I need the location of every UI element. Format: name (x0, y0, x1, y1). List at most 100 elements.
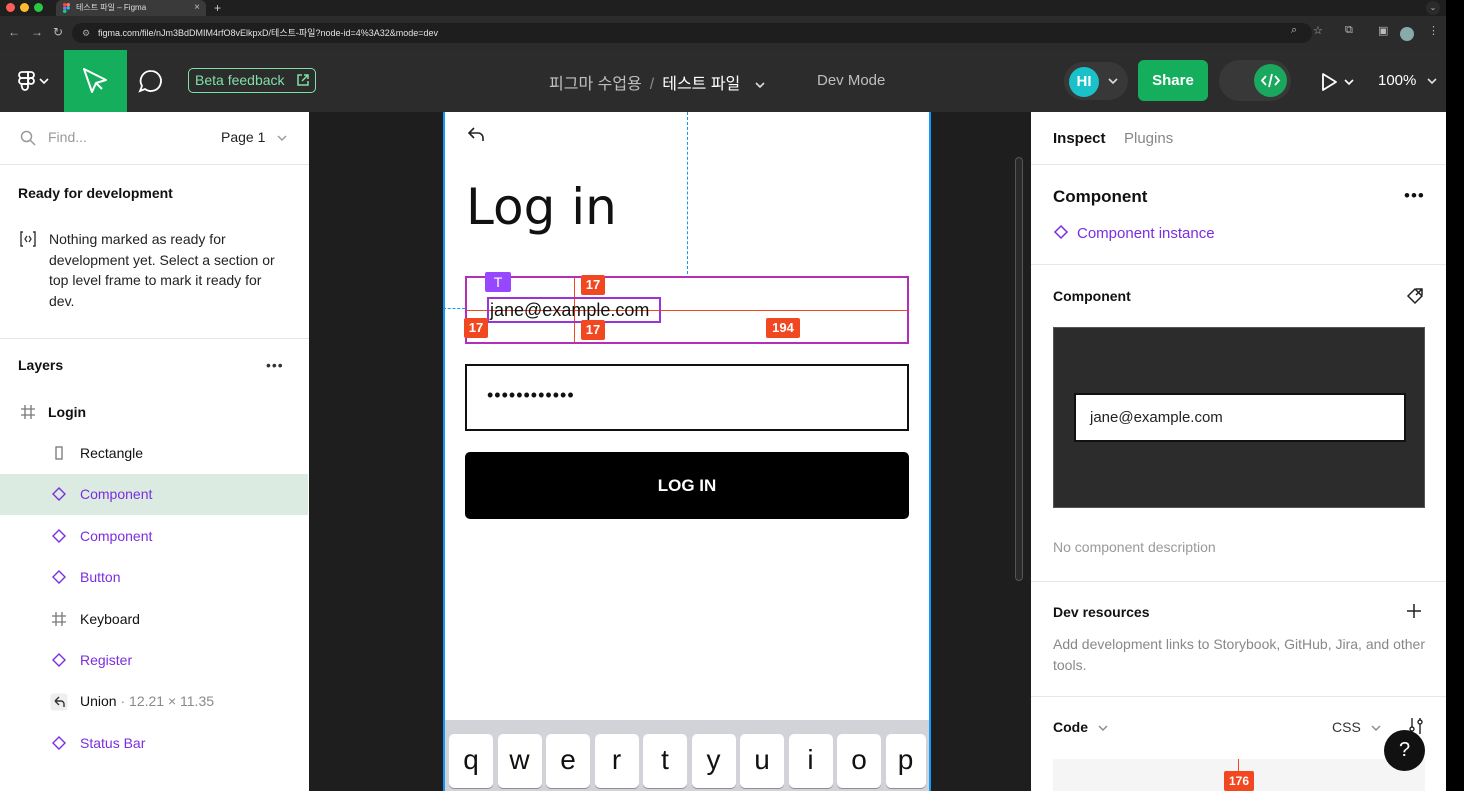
close-tab-icon[interactable]: × (194, 0, 200, 16)
rectangle-icon (55, 446, 63, 460)
spacing-bottom-badge: 17 (581, 320, 605, 340)
component-instance-link[interactable]: Component instance (1053, 224, 1215, 242)
layer-label: Login (48, 404, 87, 420)
find-input[interactable]: Find... (48, 129, 87, 145)
key-p[interactable]: p (885, 734, 926, 788)
key-e[interactable]: e (546, 734, 590, 788)
comment-tool-button[interactable] (137, 68, 165, 94)
tab-plugins[interactable]: Plugins (1124, 130, 1173, 147)
key-r[interactable]: r (594, 734, 639, 788)
keyboard[interactable]: q w e r t y u i o p (445, 720, 929, 791)
login-frame[interactable]: Log in jane@example.com T 17 17 17 194 •… (443, 112, 931, 791)
canvas-scrollbar[interactable] (1015, 157, 1023, 581)
code-language-select[interactable]: CSS (1332, 719, 1381, 735)
component-icon (1053, 224, 1069, 240)
figma-toolbar: Beta feedback 피그마 수업용 / 테스트 파일 Dev Mode HI… (0, 50, 1446, 112)
layer-item-status-bar[interactable]: Status Bar (0, 723, 308, 764)
zoom-menu[interactable]: 100% (1378, 72, 1437, 89)
chevron-down-icon[interactable] (755, 81, 765, 89)
chevron-down-icon (277, 135, 287, 141)
add-icon[interactable] (1406, 603, 1422, 619)
login-button[interactable]: LOG IN (465, 452, 909, 519)
minimize-window-button[interactable] (20, 3, 29, 12)
browser-more-icon[interactable]: ⋮ (1428, 24, 1439, 37)
close-window-button[interactable] (6, 3, 15, 12)
main-menu-button[interactable] (12, 68, 50, 94)
side-panel-icon[interactable]: ▣ (1378, 24, 1388, 37)
layers-heading: Layers (18, 357, 64, 373)
dev-mode-toggle[interactable] (1219, 60, 1291, 101)
key-o[interactable]: o (837, 734, 881, 788)
layer-item-union[interactable]: Union · 12.21 × 11.35 (0, 681, 308, 722)
component-description: No component description (1053, 539, 1216, 555)
layer-item-register[interactable]: Register (0, 640, 308, 681)
email-input-component[interactable]: jane@example.com (465, 276, 909, 344)
zoom-icon[interactable]: ⌕ (1291, 24, 1297, 37)
file-name[interactable]: 테스트 파일 (662, 76, 740, 93)
login-title[interactable]: Log in (466, 178, 617, 236)
browser-tab-title: 테스트 파일 – Figma (76, 3, 147, 12)
tab-inspect[interactable]: Inspect (1053, 130, 1106, 147)
layer-item-component[interactable]: Component (0, 516, 308, 557)
go-to-main-component-icon[interactable] (1405, 286, 1425, 306)
component-preview: jane@example.com (1053, 327, 1425, 508)
move-tool-button[interactable] (64, 50, 127, 112)
reload-icon[interactable]: ↻ (53, 25, 63, 39)
design-canvas[interactable]: Log in jane@example.com T 17 17 17 194 •… (309, 112, 1031, 791)
bookmark-star-icon[interactable]: ☆ (1313, 24, 1323, 37)
avatar[interactable]: HI (1069, 67, 1099, 97)
page-selector[interactable]: Page 1 (221, 129, 287, 145)
layer-item-component-selected[interactable]: Component (0, 474, 308, 515)
share-button[interactable]: Share (1138, 60, 1208, 101)
layer-item-keyboard[interactable]: Keyboard (0, 599, 308, 640)
file-breadcrumb[interactable]: 피그마 수업용 / 테스트 파일 (549, 70, 765, 94)
key-u[interactable]: u (740, 734, 784, 788)
key-q[interactable]: q (449, 734, 493, 788)
project-name[interactable]: 피그마 수업용 (549, 76, 642, 93)
email-text-layer[interactable]: jane@example.com (487, 297, 661, 323)
spacing-top-badge: 17 (581, 275, 605, 295)
key-w[interactable]: w (497, 734, 542, 788)
maximize-window-button[interactable] (34, 3, 43, 12)
browser-tab[interactable]: 테스트 파일 – Figma × (56, 0, 206, 16)
dev-resources-description: Add development links to Storybook, GitH… (1053, 636, 1425, 673)
code-preview: 176 (1053, 759, 1425, 791)
help-button[interactable]: ? (1384, 730, 1425, 771)
browser-menu-button[interactable]: ⌄ (1426, 1, 1440, 15)
back-arrow-icon[interactable] (467, 125, 487, 143)
comment-icon (138, 70, 162, 93)
key-i[interactable]: i (788, 734, 833, 788)
left-sidebar: Find... Page 1 Ready for development Not… (0, 112, 309, 791)
layer-item-login[interactable]: Login (0, 392, 308, 433)
key-t[interactable]: t (643, 734, 687, 788)
component-icon (52, 653, 66, 667)
present-button[interactable] (1320, 71, 1360, 93)
key-y[interactable]: y (691, 734, 736, 788)
component-more-icon[interactable]: ••• (1404, 186, 1425, 206)
external-link-icon (297, 74, 309, 86)
beta-feedback-button[interactable]: Beta feedback (188, 68, 316, 93)
layer-item-rectangle[interactable]: Rectangle (0, 433, 308, 474)
new-tab-button[interactable]: + (214, 0, 221, 16)
site-info-icon[interactable]: ⚙ (82, 23, 90, 43)
chevron-down-icon (1098, 725, 1108, 731)
multiplayer-avatars[interactable]: HI (1064, 62, 1128, 100)
divider (1031, 264, 1446, 265)
password-input[interactable]: •••••••••••• (465, 364, 909, 431)
address-bar[interactable]: ⚙ figma.com/file/nJm3BdDMIM4rfO8vElkpxD/… (72, 23, 1312, 43)
profile-avatar[interactable] (1400, 27, 1414, 41)
layers-more-icon[interactable]: ••• (266, 357, 284, 373)
spacing-left-badge: 17 (464, 318, 488, 338)
extensions-icon[interactable]: ⧉ (1345, 24, 1353, 37)
code-section-selector[interactable]: Code (1053, 719, 1108, 735)
chevron-down-icon[interactable] (1108, 77, 1118, 85)
back-icon[interactable]: ← (8, 25, 20, 39)
dev-mode-toggle-knob (1254, 64, 1287, 97)
zoom-level: 100% (1378, 72, 1417, 89)
component-icon (52, 529, 66, 543)
measure-line (1238, 759, 1239, 771)
forward-icon[interactable]: → (31, 25, 43, 39)
chevron-down-icon[interactable] (1426, 77, 1437, 85)
union-icon (50, 693, 68, 711)
layer-item-button[interactable]: Button (0, 557, 308, 598)
